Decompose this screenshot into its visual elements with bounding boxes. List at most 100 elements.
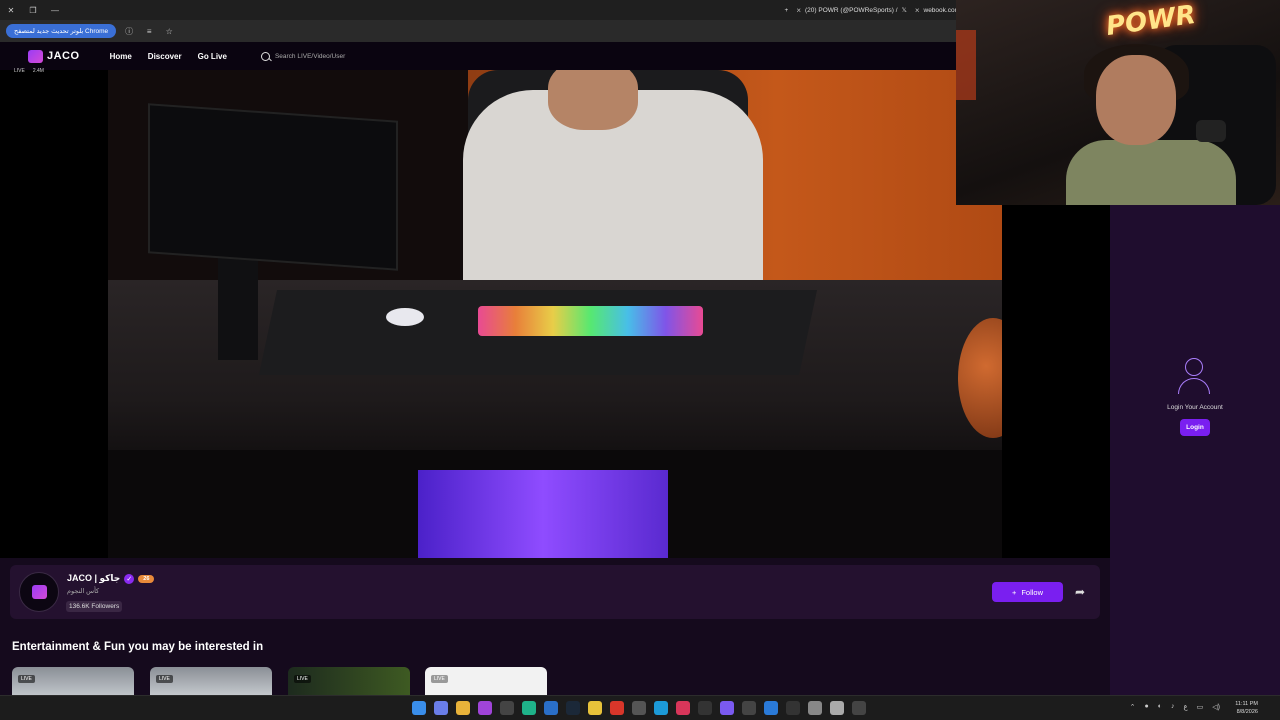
volume-icon[interactable]: ◁) xyxy=(1212,703,1220,711)
channel-name-row: JACO | جاكو ✓ 26 xyxy=(67,573,155,584)
tray-app-icon[interactable]: ◐ xyxy=(1158,703,1162,711)
clock-time: 11:11 PM xyxy=(1235,701,1258,707)
start-icon[interactable] xyxy=(412,701,426,715)
viewer-count: 2.4M xyxy=(32,68,44,74)
red-light xyxy=(956,30,976,100)
app-icon[interactable] xyxy=(478,701,492,715)
opera-icon[interactable] xyxy=(610,701,624,715)
app-icon[interactable] xyxy=(852,701,866,715)
stream-thumbnail[interactable]: LIVE xyxy=(12,667,134,695)
chrome-icon[interactable] xyxy=(588,701,602,715)
monitor xyxy=(148,103,398,271)
rgb-keyboard xyxy=(478,306,703,336)
stream-thumbnail[interactable]: LIVE xyxy=(150,667,272,695)
app-icon[interactable] xyxy=(544,701,558,715)
player-live-info: LIVE 2.4M xyxy=(14,68,44,74)
restore-window-icon[interactable]: ❐ xyxy=(22,6,44,15)
nav-go-live[interactable]: Go Live xyxy=(198,52,227,61)
stream-video-frame[interactable] xyxy=(108,70,1002,558)
app-icon[interactable] xyxy=(522,701,536,715)
verified-icon: ✓ xyxy=(124,573,135,584)
avatar[interactable] xyxy=(19,572,59,612)
tab-close-icon[interactable]: × xyxy=(796,6,801,15)
copilot-icon[interactable] xyxy=(434,701,448,715)
system-tray: ⌃ ● ◐ ♪ ع ▭ ◁) xyxy=(1130,703,1220,711)
user-icon xyxy=(1176,356,1212,396)
info-icon[interactable]: ⓘ xyxy=(122,26,136,37)
tab-close-icon[interactable]: × xyxy=(915,6,920,15)
live-badge: LIVE xyxy=(294,675,311,683)
windows-taskbar: ⌃ ● ◐ ♪ ع ▭ ◁) 11:11 PM 8/8/2026 xyxy=(0,695,1280,720)
live-badge: LIVE xyxy=(18,675,35,683)
steam-icon[interactable] xyxy=(566,701,580,715)
jaco-logo-icon xyxy=(28,49,43,63)
webcam-streamer-body xyxy=(1066,140,1236,205)
channel-category: كأس النجوم xyxy=(67,588,100,595)
app-icon[interactable] xyxy=(632,701,646,715)
minimize-window-icon[interactable]: — xyxy=(44,6,66,15)
live-badge: LIVE xyxy=(431,675,448,683)
nav-discover[interactable]: Discover xyxy=(148,52,182,61)
close-window-icon[interactable]: ✕ xyxy=(0,6,22,15)
tab-strip: + × (20) POWR (@POWReSports) / 𝕏 × weboo… xyxy=(785,0,960,20)
microphone xyxy=(1196,120,1226,142)
pc-case-glow xyxy=(418,470,668,558)
clock-date: 8/8/2026 xyxy=(1236,709,1258,715)
edge-icon[interactable] xyxy=(654,701,668,715)
search-icon xyxy=(260,51,270,61)
webcam-streamer-face xyxy=(1096,55,1176,145)
language-indicator[interactable]: ع xyxy=(1183,703,1187,711)
tab-title: (20) POWR (@POWReSports) / xyxy=(805,6,898,14)
site-logo[interactable]: JACO xyxy=(28,49,80,63)
reading-list-icon[interactable]: ≡ xyxy=(142,27,156,36)
webcam-overlay: POWR xyxy=(956,0,1280,205)
new-tab-button[interactable]: + xyxy=(785,7,789,14)
discord-icon[interactable] xyxy=(720,701,734,715)
chat-sidebar xyxy=(1110,205,1280,695)
nav-home[interactable]: Home xyxy=(110,52,132,61)
follow-label: Follow xyxy=(1021,587,1044,597)
login-button[interactable]: Login xyxy=(1180,419,1210,436)
live-badge: LIVE xyxy=(156,675,173,683)
jaco-logo-icon xyxy=(31,585,47,599)
site-header: JACO Home Discover Go Live Search LIVE/V… xyxy=(0,42,960,70)
recommendations-title: Entertainment & Fun you may be intereste… xyxy=(12,641,264,653)
neon-sign: POWR xyxy=(1104,0,1198,43)
tab-powr[interactable]: × (20) POWR (@POWReSports) / 𝕏 xyxy=(796,6,906,15)
channel-name[interactable]: JACO | جاكو xyxy=(67,573,120,584)
app-icon[interactable] xyxy=(676,701,690,715)
app-icon[interactable] xyxy=(698,701,712,715)
browser-toolbar: بلوتر تحديث جديد لمتصفح Chrome ⓘ ≡ ☆ xyxy=(0,20,960,42)
notepad-icon[interactable] xyxy=(830,701,844,715)
mic-icon[interactable]: ♪ xyxy=(1171,703,1175,711)
login-prompt: Login Your Account xyxy=(1167,404,1223,411)
tab-webook[interactable]: × webook.com xyxy=(915,6,960,15)
network-icon[interactable]: ▭ xyxy=(1197,703,1204,711)
main-nav: Home Discover Go Live xyxy=(110,52,227,61)
live-badge: LIVE xyxy=(14,68,25,74)
clock[interactable]: 11:11 PM 8/8/2026 xyxy=(1235,700,1258,716)
settings-icon[interactable] xyxy=(808,701,822,715)
channel-card xyxy=(10,565,1100,619)
chevron-up-icon[interactable]: ⌃ xyxy=(1130,703,1136,711)
follower-count: 136.6K Followers xyxy=(66,601,123,612)
stream-thumbnail[interactable]: LIVE xyxy=(425,667,547,695)
xbox-icon[interactable] xyxy=(500,701,514,715)
search-placeholder: Search LIVE/Video/User xyxy=(274,52,346,60)
app-icon[interactable] xyxy=(786,701,800,715)
stream-thumbnail[interactable]: LIVE xyxy=(288,667,410,695)
bookmark-star-icon[interactable]: ☆ xyxy=(162,27,176,36)
tray-app-icon[interactable]: ● xyxy=(1145,703,1149,711)
search-input[interactable]: Search LIVE/Video/User xyxy=(260,51,346,61)
taskbar-apps xyxy=(412,701,866,715)
chrome-update-button[interactable]: بلوتر تحديث جديد لمتصفح Chrome xyxy=(6,24,117,38)
app-icon[interactable] xyxy=(742,701,756,715)
brand-name: JACO xyxy=(47,50,80,62)
app-icon[interactable] xyxy=(764,701,778,715)
follow-button[interactable]: + Follow xyxy=(992,582,1063,602)
level-badge: 26 xyxy=(138,574,155,583)
share-icon[interactable]: ➦ xyxy=(1070,582,1090,602)
tab-title: webook.com xyxy=(923,6,961,14)
file-explorer-icon[interactable] xyxy=(456,701,470,715)
person-head xyxy=(548,70,638,130)
